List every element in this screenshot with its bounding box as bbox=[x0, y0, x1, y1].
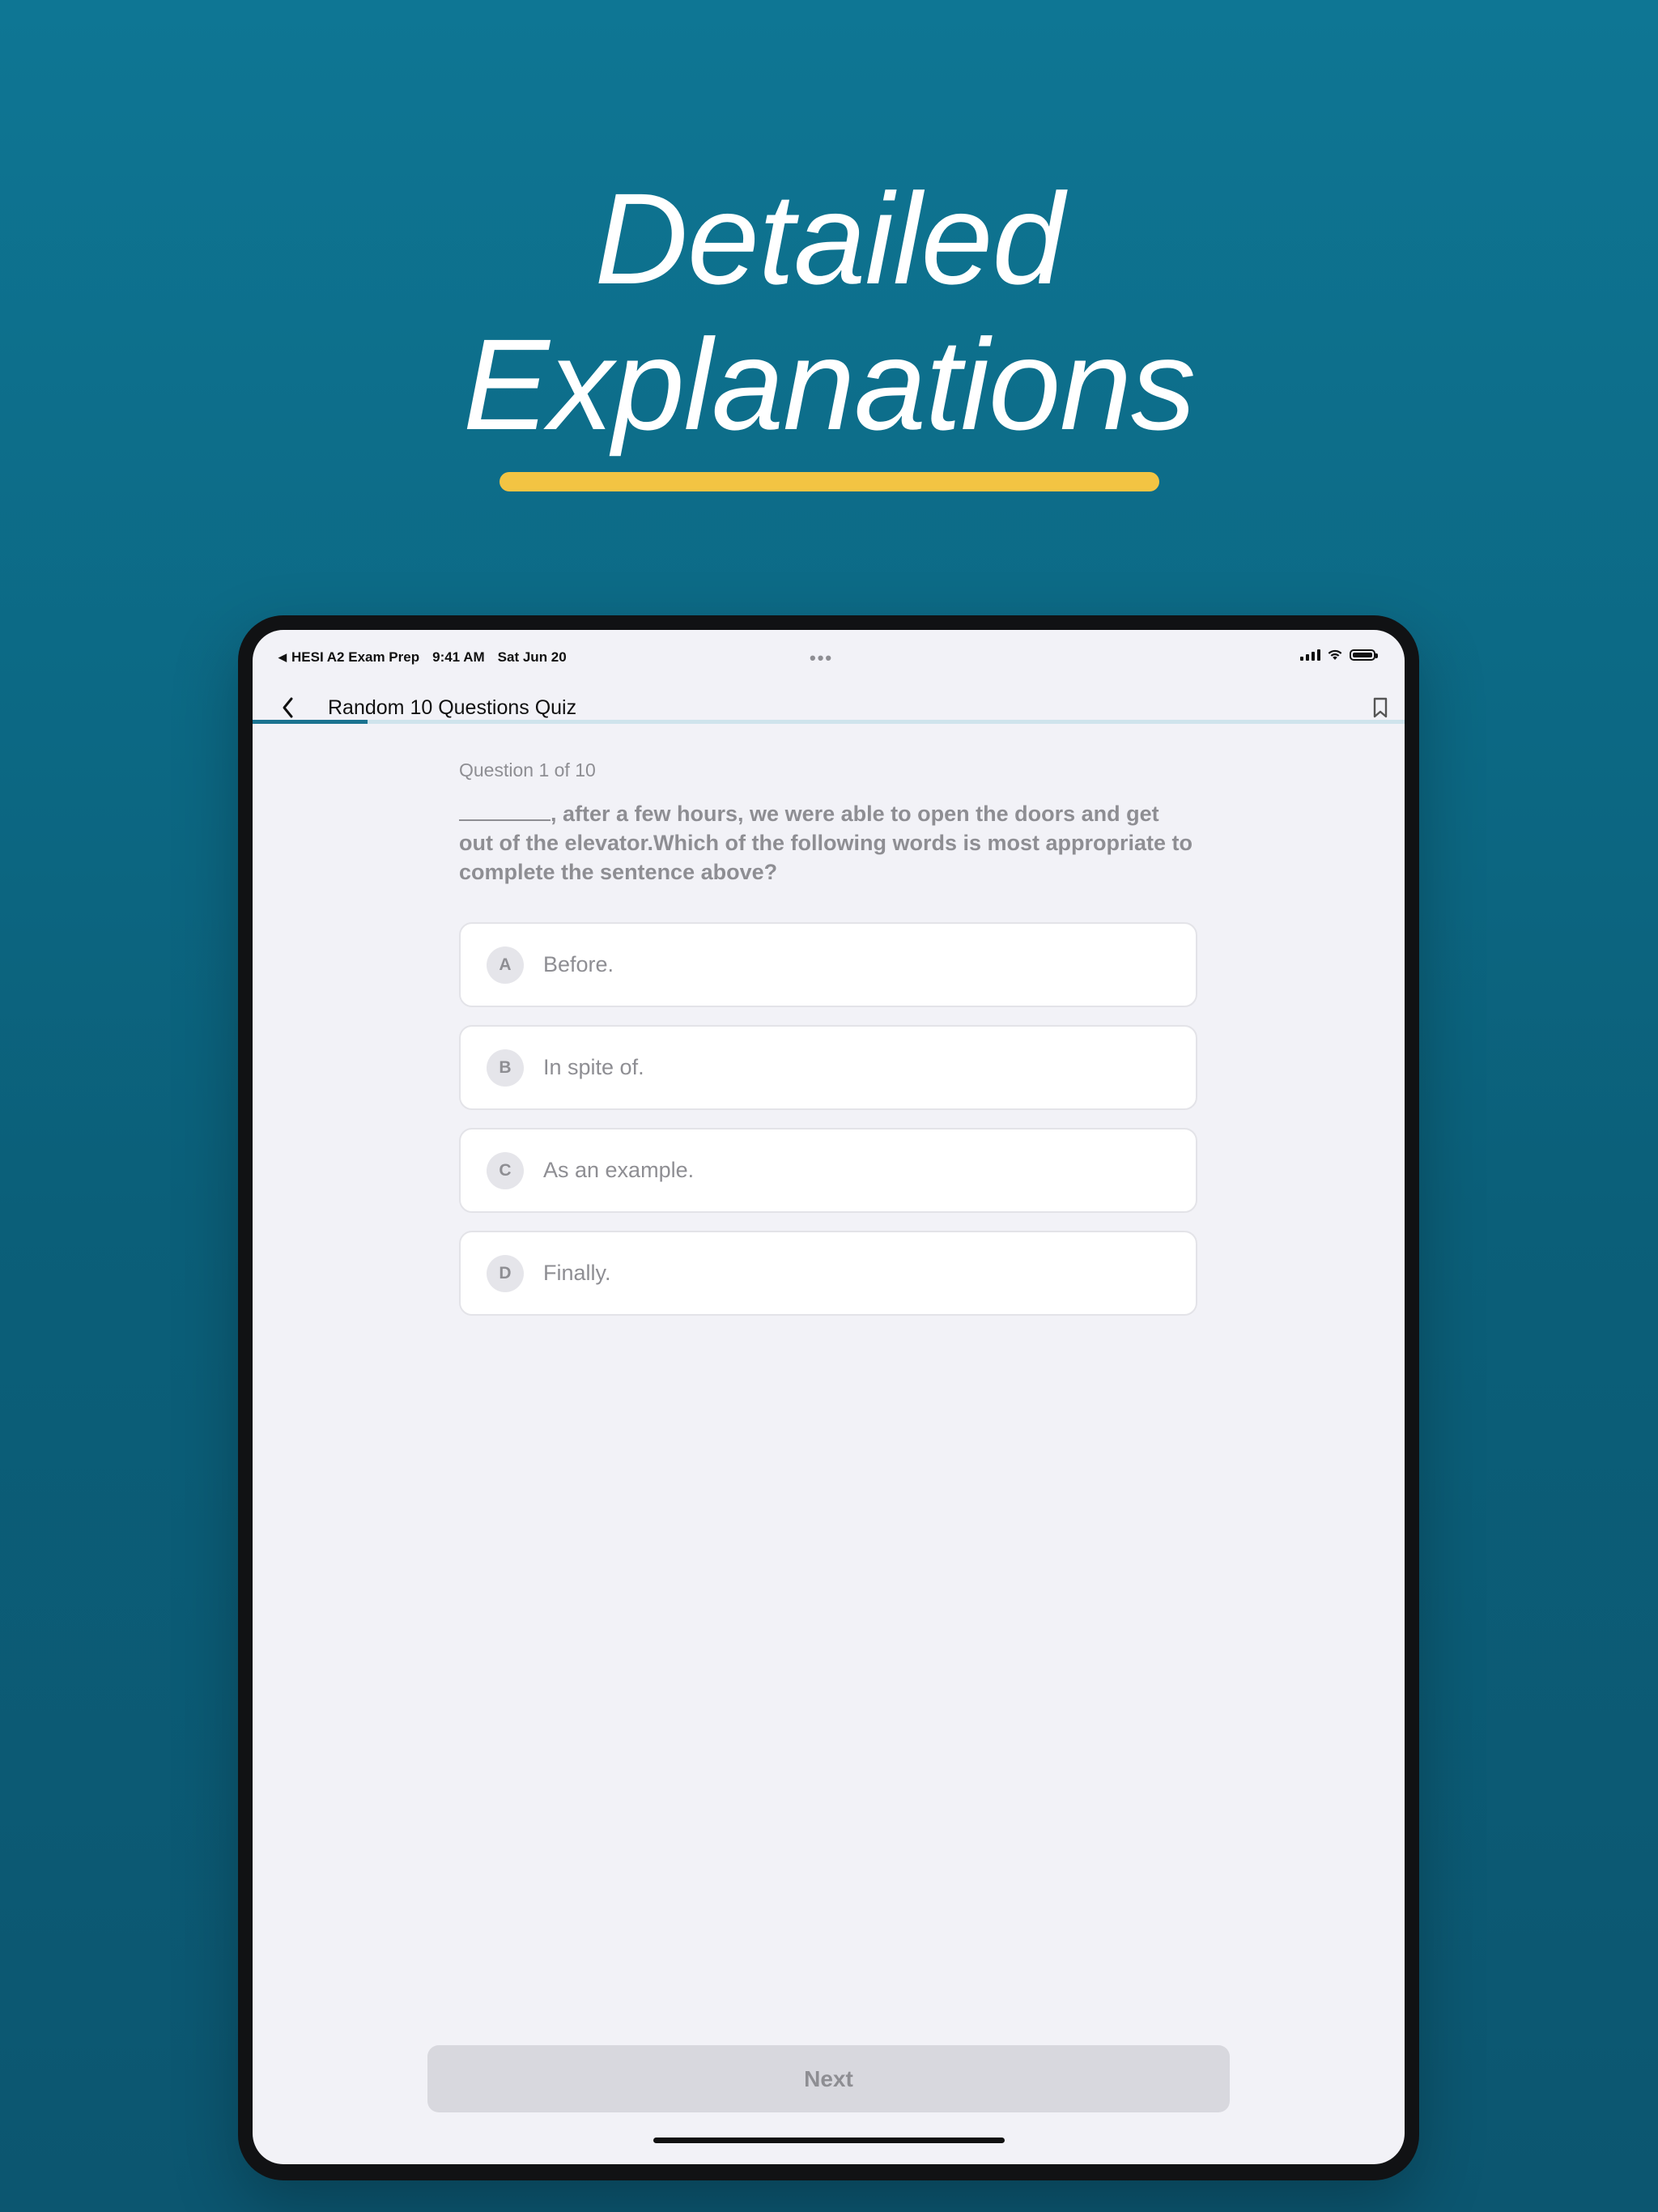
tablet-screen: ◀ HESI A2 Exam Prep 9:41 AM Sat Jun 20 •… bbox=[253, 630, 1405, 2164]
quiz-progress-bar bbox=[253, 720, 1405, 724]
page-title: Random 10 Questions Quiz bbox=[328, 696, 577, 719]
option-letter-badge: B bbox=[487, 1049, 524, 1087]
next-button[interactable]: Next bbox=[427, 2045, 1230, 2112]
question-counter: Question 1 of 10 bbox=[459, 759, 596, 781]
cellular-signal-icon bbox=[1300, 649, 1320, 661]
bookmark-icon bbox=[1373, 697, 1388, 718]
option-text: Before. bbox=[543, 952, 614, 976]
status-date: Sat Jun 20 bbox=[497, 649, 567, 665]
battery-icon bbox=[1350, 649, 1378, 661]
answer-option-a[interactable]: A Before. bbox=[459, 922, 1197, 1007]
option-text: In spite of. bbox=[543, 1055, 644, 1079]
question-text-block: , after a few hours, we were able to ope… bbox=[459, 799, 1197, 887]
hero-title-line-1: Detailed bbox=[594, 166, 1064, 311]
navigation-bar: Random 10 Questions Quiz bbox=[253, 675, 1405, 740]
status-bar: ◀ HESI A2 Exam Prep 9:41 AM Sat Jun 20 •… bbox=[253, 630, 1405, 675]
option-letter-badge: A bbox=[487, 946, 524, 984]
option-letter-badge: C bbox=[487, 1151, 524, 1189]
status-bar-left: ◀ HESI A2 Exam Prep 9:41 AM Sat Jun 20 bbox=[278, 649, 567, 666]
multitasking-dots-icon[interactable]: ••• bbox=[810, 648, 833, 669]
hero-title-line-2: Explanations bbox=[462, 312, 1196, 457]
quiz-progress-fill bbox=[253, 720, 368, 724]
hero-title: Detailed Explanations bbox=[0, 166, 1658, 457]
back-to-app-label[interactable]: HESI A2 Exam Prep bbox=[291, 649, 419, 666]
option-letter-badge: D bbox=[487, 1254, 524, 1292]
wifi-icon bbox=[1328, 649, 1342, 660]
status-time: 9:41 AM bbox=[432, 649, 485, 665]
answer-option-d[interactable]: D Finally. bbox=[459, 1231, 1197, 1316]
tablet-device-frame: ◀ HESI A2 Exam Prep 9:41 AM Sat Jun 20 •… bbox=[238, 615, 1419, 2180]
question-blank bbox=[459, 802, 551, 821]
answer-options: A Before. B In spite of. C As an example… bbox=[459, 922, 1197, 1316]
option-text: As an example. bbox=[543, 1158, 695, 1182]
question-area: Question 1 of 10 , after a few hours, we… bbox=[459, 759, 1197, 1334]
bookmark-button[interactable] bbox=[1364, 691, 1397, 724]
question-text: , after a few hours, we were able to ope… bbox=[459, 802, 1193, 884]
option-text: Finally. bbox=[543, 1261, 611, 1285]
back-to-app-icon[interactable]: ◀ bbox=[278, 651, 287, 664]
hero-underline bbox=[500, 472, 1159, 491]
answer-option-b[interactable]: B In spite of. bbox=[459, 1025, 1197, 1110]
answer-option-c[interactable]: C As an example. bbox=[459, 1128, 1197, 1213]
chevron-left-icon bbox=[283, 697, 293, 718]
status-bar-right bbox=[1300, 649, 1378, 661]
home-indicator[interactable] bbox=[653, 2138, 1005, 2143]
